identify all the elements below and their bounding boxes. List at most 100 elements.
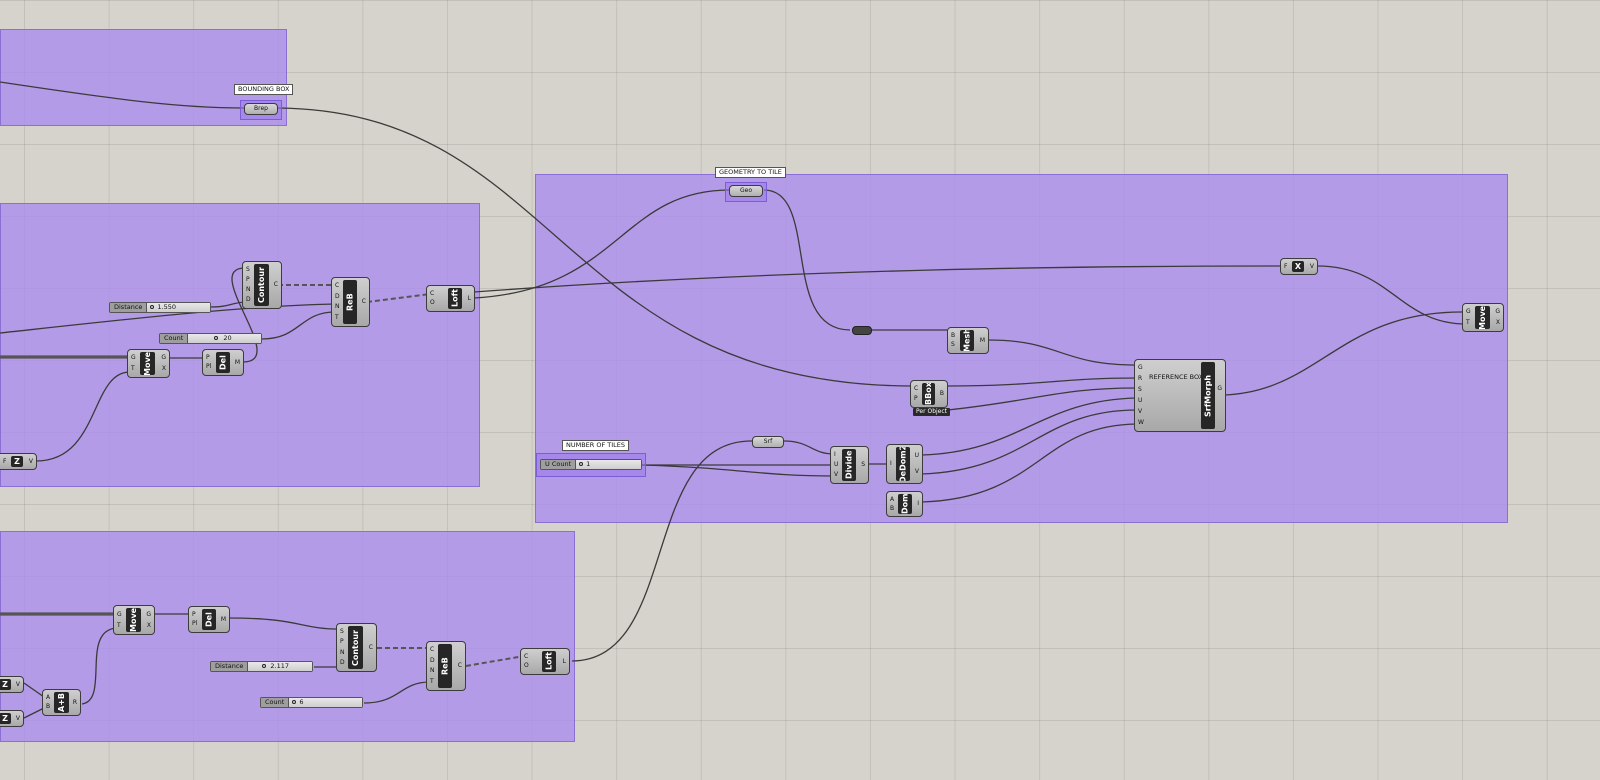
in-c[interactable]: C <box>430 647 435 653</box>
in-c[interactable]: C <box>914 386 918 392</box>
move-component-right[interactable]: GT Move GX <box>1462 303 1504 332</box>
in-u[interactable]: U <box>834 462 838 468</box>
out-g[interactable]: G <box>146 611 151 618</box>
in-r[interactable]: R <box>1138 376 1144 382</box>
in-s[interactable]: S <box>1138 387 1144 393</box>
unit-x-component[interactable]: F X V <box>1280 258 1318 275</box>
in-f[interactable]: F <box>3 458 6 465</box>
out-x[interactable]: X <box>146 622 151 629</box>
in-i[interactable]: I <box>890 461 892 467</box>
loft-component-bottom[interactable]: CO Loft L <box>520 648 570 675</box>
contour-component-top[interactable]: SPND Contour C <box>242 261 282 309</box>
brep-param[interactable]: Brep <box>244 103 278 115</box>
in-a[interactable]: A <box>890 496 894 503</box>
out-g[interactable]: G <box>1217 385 1222 392</box>
out-m[interactable]: M <box>235 359 240 366</box>
in-pl[interactable]: Pl <box>206 364 211 370</box>
deconstruct-domain-component[interactable]: I DeDom2 U V <box>886 444 923 484</box>
u-count-slider-track[interactable]: 1 <box>576 460 641 469</box>
distance-slider-track[interactable]: 2.117 <box>248 662 312 671</box>
out-m[interactable]: M <box>980 337 985 344</box>
unit-z-component-top[interactable]: F Z V <box>0 453 37 470</box>
in-t[interactable]: T <box>1466 319 1471 326</box>
out-c[interactable]: C <box>458 663 462 669</box>
out-v[interactable]: V <box>1310 263 1314 270</box>
out-l[interactable]: L <box>468 295 471 302</box>
in-g[interactable]: G <box>117 611 122 618</box>
in-i[interactable]: I <box>834 452 838 458</box>
count-slider-bottom[interactable]: Count 6 <box>260 697 363 708</box>
srf-param[interactable]: Srf <box>752 436 784 448</box>
in-p[interactable]: P <box>246 277 251 283</box>
out-l[interactable]: L <box>563 658 566 665</box>
in-p[interactable]: P <box>192 611 197 618</box>
loft-component-top[interactable]: CO Loft L <box>426 285 475 312</box>
in-d[interactable]: D <box>340 659 345 666</box>
in-p[interactable]: P <box>340 639 345 645</box>
out-u[interactable]: U <box>915 453 919 459</box>
in-d[interactable]: D <box>430 657 435 664</box>
distance-slider-bottom[interactable]: Distance 2.117 <box>210 661 313 672</box>
out-s[interactable]: S <box>861 462 865 468</box>
in-n[interactable]: N <box>335 304 340 310</box>
count-slider-track[interactable]: 6 <box>289 698 362 707</box>
in-t[interactable]: T <box>131 365 136 372</box>
deconstruct-plane-component-bottom[interactable]: P Pl Del M <box>188 606 230 633</box>
in-pl[interactable]: Pl <box>192 621 197 627</box>
out-c[interactable]: C <box>362 299 366 305</box>
slider-grip-icon[interactable] <box>292 700 297 704</box>
in-v[interactable]: V <box>1138 408 1144 415</box>
in-w[interactable]: W <box>1138 419 1144 426</box>
in-a[interactable]: A <box>46 694 50 701</box>
in-b[interactable]: B <box>951 332 955 339</box>
out-g[interactable]: G <box>1495 309 1500 315</box>
in-n[interactable]: N <box>340 649 345 656</box>
unit-y-component-b[interactable]: Z V <box>0 710 24 727</box>
out-c[interactable]: C <box>274 282 278 288</box>
relay-node[interactable] <box>852 326 872 335</box>
in-t[interactable]: T <box>335 314 340 321</box>
in-s[interactable]: S <box>951 342 955 348</box>
out-x[interactable]: X <box>1495 319 1500 326</box>
in-c[interactable]: C <box>430 290 435 297</box>
in-g[interactable]: G <box>131 355 136 361</box>
in-n[interactable]: N <box>430 668 435 674</box>
distance-slider-track[interactable]: 1.550 <box>147 303 210 312</box>
construct-domain-component[interactable]: AB Dom I <box>886 491 923 517</box>
in-s[interactable]: S <box>246 267 251 273</box>
surface-morph-component[interactable]: GRSUVW REFERENCE BOX SrfMorph G <box>1134 359 1226 432</box>
unit-y-component-a[interactable]: Z V <box>0 676 24 693</box>
in-c[interactable]: C <box>335 283 340 289</box>
count-slider-top[interactable]: Count 20 <box>159 333 262 344</box>
deconstruct-plane-component-top[interactable]: P Pl Del M <box>202 349 244 376</box>
out-g[interactable]: G <box>161 355 166 361</box>
in-t[interactable]: T <box>117 622 122 629</box>
out-r[interactable]: R <box>73 699 77 706</box>
out-x[interactable]: X <box>161 365 166 372</box>
slider-grip-icon[interactable] <box>150 305 155 309</box>
in-n[interactable]: N <box>246 287 251 293</box>
bounding-box-component[interactable]: CP BBox B <box>910 380 948 408</box>
out-m[interactable]: M <box>221 616 226 623</box>
grasshopper-canvas[interactable]: BOUNDING BOX Brep GEOMETRY TO TILE Geo D… <box>0 0 1600 780</box>
in-g[interactable]: G <box>1138 365 1144 371</box>
in-g[interactable]: G <box>1466 309 1471 315</box>
in-p[interactable]: P <box>206 354 211 361</box>
in-b[interactable]: B <box>46 704 50 710</box>
in-c[interactable]: C <box>524 653 529 660</box>
slider-grip-icon[interactable] <box>262 664 267 668</box>
in-b[interactable]: B <box>890 505 894 512</box>
divide-domain-component[interactable]: IUV Divide S <box>830 446 869 484</box>
in-o[interactable]: O <box>524 663 529 669</box>
move-component-top[interactable]: GT Move GX <box>127 349 170 378</box>
out-i[interactable]: I <box>917 501 919 507</box>
out-v[interactable]: V <box>16 681 20 688</box>
in-v[interactable]: V <box>834 472 838 478</box>
in-p[interactable]: P <box>914 396 918 402</box>
in-f[interactable]: F <box>1284 263 1287 270</box>
in-d[interactable]: D <box>335 293 340 300</box>
slider-grip-icon[interactable] <box>214 336 219 340</box>
out-c[interactable]: C <box>369 644 373 651</box>
move-component-bottom[interactable]: GT Move GX <box>113 605 155 635</box>
distance-slider-top[interactable]: Distance 1.550 <box>109 302 211 313</box>
